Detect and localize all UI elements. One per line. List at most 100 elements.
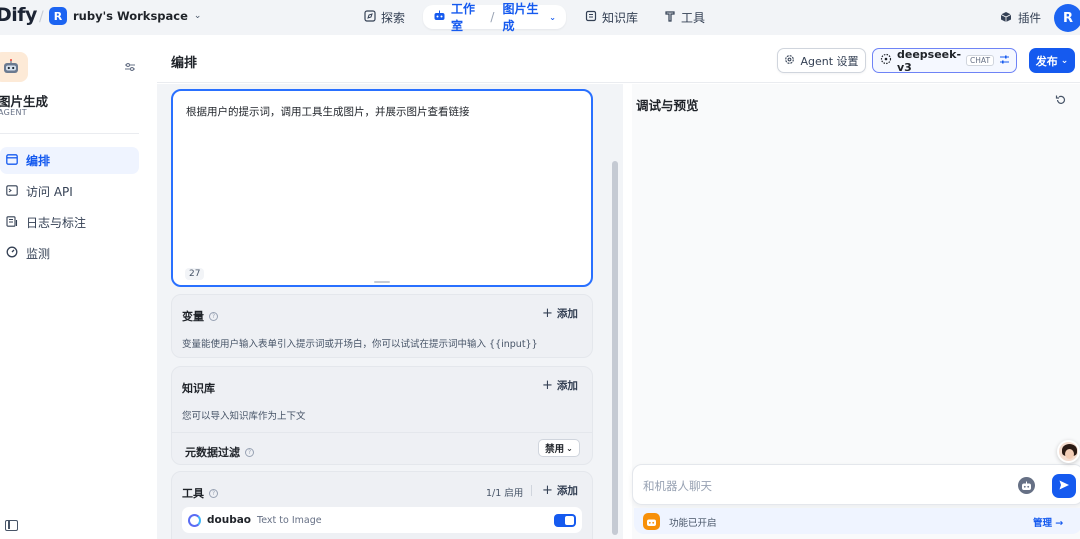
tool-item-doubao[interactable]: doubao Text to Image bbox=[182, 507, 582, 533]
bot-icon[interactable] bbox=[1018, 477, 1035, 494]
metadata-filter-label: 元数据过滤 bbox=[185, 446, 240, 459]
model-selector[interactable]: deepseek-v3 CHAT bbox=[872, 47, 1017, 74]
plus-icon: + bbox=[542, 378, 553, 393]
tools-card: 工具 ? 1/1 启用 + 添加 doubao Text to Image bbox=[171, 471, 593, 539]
collapse-sidebar-icon[interactable] bbox=[5, 520, 18, 531]
variables-title-text: 变量 bbox=[182, 310, 204, 323]
tools-enabled-count: 1/1 启用 bbox=[486, 488, 524, 499]
gauge-icon bbox=[6, 246, 18, 261]
nav-studio[interactable]: 工作室 / 图片生成 ⌄ bbox=[423, 2, 566, 33]
sidebar-item-label: 日志与标注 bbox=[26, 216, 87, 230]
manage-features-link[interactable]: 管理 → bbox=[1033, 515, 1063, 529]
tools-title-text: 工具 bbox=[182, 487, 204, 500]
debug-pane: 调试与预览 和机器人聊天 功能已开启 管理 → bbox=[624, 84, 1080, 539]
add-knowledge-label: 添加 bbox=[556, 380, 578, 392]
nav-knowledge-label: 知识库 bbox=[602, 10, 639, 25]
support-avatar[interactable] bbox=[1057, 440, 1080, 463]
plus-icon: + bbox=[542, 306, 553, 321]
agent-settings-button[interactable]: Agent 设置 bbox=[777, 48, 866, 73]
plugins-button[interactable]: 插件 bbox=[1000, 10, 1041, 26]
cube-icon bbox=[1000, 11, 1012, 26]
nav-studio-label: 工作室 bbox=[451, 2, 476, 33]
sidebar-item-orchestrate[interactable]: 编排 bbox=[0, 147, 139, 174]
sidebar-item-logs[interactable]: 日志与标注 bbox=[0, 209, 139, 236]
add-tool-button[interactable]: + 添加 bbox=[542, 483, 578, 498]
app-robot-icon bbox=[0, 52, 28, 82]
breadcrumb-slash: / bbox=[490, 10, 495, 24]
resize-handle[interactable] bbox=[374, 281, 390, 283]
gear-icon bbox=[784, 54, 795, 68]
sliders-icon bbox=[999, 54, 1010, 68]
sidebar-item-label: 编排 bbox=[26, 154, 51, 168]
knowledge-title-text: 知识库 bbox=[182, 382, 215, 395]
variables-title: 变量 ? bbox=[182, 308, 218, 324]
deepseek-icon bbox=[880, 53, 892, 68]
nav-knowledge[interactable]: 知识库 bbox=[585, 5, 638, 29]
nav-tools[interactable]: 工具 bbox=[664, 5, 705, 29]
sidebar-item-api[interactable]: 访问 API bbox=[0, 178, 139, 205]
prompt-text[interactable]: 根据用户的提示词，调用工具生成图片，并展示图片查看链接 bbox=[186, 104, 470, 119]
sidebar-divider bbox=[0, 133, 139, 134]
add-tool-label: 添加 bbox=[556, 485, 578, 497]
feature-bot-icon bbox=[643, 513, 660, 530]
terminal-icon bbox=[6, 184, 18, 199]
metadata-filter-select[interactable]: 禁用 ⌄ bbox=[538, 439, 580, 457]
nav-explore-label: 探索 bbox=[381, 10, 406, 25]
add-variable-label: 添加 bbox=[556, 308, 578, 320]
app-settings-icon[interactable] bbox=[124, 61, 136, 76]
nav-tools-label: 工具 bbox=[681, 10, 706, 25]
page-title: 编排 bbox=[171, 56, 198, 71]
tools-title: 工具 ? bbox=[182, 485, 218, 501]
tool-name: doubao bbox=[207, 514, 252, 526]
config-scrollbar[interactable] bbox=[612, 161, 618, 535]
prompt-editor[interactable]: 根据用户的提示词，调用工具生成图片，并展示图片查看链接 27 bbox=[171, 89, 593, 287]
workspace-switcher[interactable]: R ruby's Workspace ⌄ bbox=[49, 7, 201, 25]
robot-icon bbox=[433, 10, 446, 25]
tools-divider bbox=[531, 485, 532, 496]
info-icon[interactable]: ? bbox=[209, 311, 218, 321]
info-icon[interactable]: ? bbox=[245, 447, 254, 457]
sidebar-item-monitor[interactable]: 监测 bbox=[0, 240, 139, 267]
send-button[interactable] bbox=[1052, 474, 1076, 498]
sidebar: 图片生成 AGENT 编排 访问 API 日志与标注 监测 bbox=[0, 35, 157, 539]
top-bar: Dify / R ruby's Workspace ⌄ 探索 工作室 / 图片生… bbox=[0, 0, 1080, 35]
sidebar-item-label: 访问 API bbox=[26, 185, 73, 199]
chat-input-box[interactable]: 和机器人聊天 bbox=[632, 464, 1080, 505]
chevron-down-icon: ⌄ bbox=[549, 12, 556, 22]
char-count: 27 bbox=[185, 268, 205, 280]
current-app-label[interactable]: 图片生成 bbox=[502, 0, 544, 34]
tool-subtitle: Text to Image bbox=[257, 514, 322, 526]
features-status: 功能已开启 bbox=[669, 518, 717, 529]
knowledge-divider bbox=[172, 432, 592, 433]
breadcrumb-separator: / bbox=[39, 9, 44, 25]
chevron-down-icon: ⌄ bbox=[193, 11, 202, 21]
workspace-name: ruby's Workspace bbox=[73, 9, 188, 23]
send-icon bbox=[1058, 479, 1070, 494]
metadata-filter-title: 元数据过滤 ? bbox=[185, 444, 254, 460]
doubao-icon bbox=[188, 513, 201, 527]
model-tag: CHAT bbox=[966, 55, 995, 66]
publish-button[interactable]: 发布 ⌄ bbox=[1029, 48, 1075, 73]
nav-explore[interactable]: 探索 bbox=[364, 5, 405, 29]
model-name: deepseek-v3 bbox=[897, 47, 962, 74]
app-type: AGENT bbox=[0, 108, 27, 117]
refresh-icon[interactable] bbox=[1055, 94, 1067, 110]
knowledge-description: 您可以导入知识库作为上下文 bbox=[182, 411, 306, 422]
chat-input-placeholder[interactable]: 和机器人聊天 bbox=[643, 478, 712, 494]
hammer-icon bbox=[664, 10, 676, 25]
chevron-down-icon: ⌄ bbox=[566, 443, 573, 453]
dify-logo[interactable]: Dify bbox=[0, 4, 37, 26]
variables-description: 变量能使用户输入表单引入提示词或开场白，你可以试试在提示词中输入 {{input… bbox=[182, 339, 538, 350]
debug-preview-area: 调试与预览 和机器人聊天 功能已开启 管理 → bbox=[632, 84, 1080, 539]
add-knowledge-button[interactable]: + 添加 bbox=[542, 378, 578, 393]
workspace-badge: R bbox=[49, 7, 67, 25]
features-bar: 功能已开启 管理 → bbox=[634, 508, 1080, 534]
user-avatar[interactable]: R bbox=[1054, 4, 1080, 32]
plugins-label: 插件 bbox=[1018, 11, 1041, 25]
agent-settings-label: Agent 设置 bbox=[800, 54, 859, 68]
knowledge-title: 知识库 bbox=[182, 380, 215, 396]
info-icon[interactable]: ? bbox=[209, 488, 218, 498]
tool-enable-toggle[interactable] bbox=[554, 514, 576, 527]
add-variable-button[interactable]: + 添加 bbox=[542, 306, 578, 321]
main-panel: 编排 Agent 设置 deepseek-v3 CHAT 发布 ⌄ 根据用户的提… bbox=[157, 35, 1080, 539]
